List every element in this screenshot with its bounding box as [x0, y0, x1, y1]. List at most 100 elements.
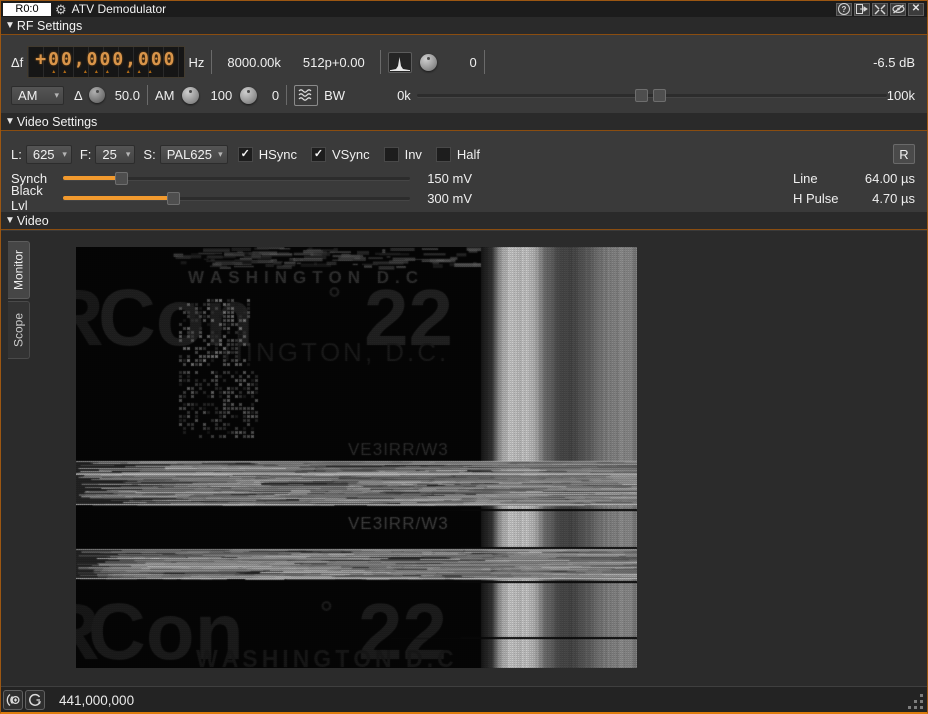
- chevron-down-icon: ▾: [218, 149, 223, 160]
- bw-slider-handle-high[interactable]: [653, 89, 666, 102]
- hz-unit-label: Hz: [189, 55, 205, 70]
- synch-value: 150 mV: [410, 171, 472, 186]
- bw-label: BW: [324, 88, 345, 103]
- fm-deviation-knob[interactable]: [89, 87, 105, 103]
- black-level-slider[interactable]: [63, 191, 410, 205]
- modulation-value: AM: [18, 88, 38, 103]
- shrink-button[interactable]: [872, 3, 888, 16]
- help-icon: ?: [838, 3, 850, 15]
- black-level-value: 300 mV: [410, 191, 472, 206]
- bw-slider-handle-low[interactable]: [635, 89, 648, 102]
- black-level-label: Black Lvl: [11, 183, 63, 213]
- line-label: Line: [793, 171, 851, 186]
- synch-slider-handle[interactable]: [115, 172, 128, 185]
- help-button[interactable]: ?: [836, 3, 852, 16]
- reset-button-label: R: [899, 147, 908, 162]
- am-label: AM: [155, 88, 175, 103]
- hsync-checkbox[interactable]: ✓: [238, 147, 253, 162]
- offset-value: 0: [257, 88, 279, 103]
- fps-label: F:: [80, 147, 92, 162]
- shrink-icon: [874, 4, 886, 15]
- hpulse-value: 4.70 µs: [851, 191, 915, 206]
- resize-grip[interactable]: [908, 694, 925, 711]
- hpulse-label: H Pulse: [793, 191, 851, 206]
- hide-button[interactable]: [890, 3, 906, 16]
- frequency-dial[interactable]: +00,000,000 ▴▴ ▴▴▴ ▴▴▴: [27, 46, 184, 78]
- frequency-dial-digits[interactable]: +00,000,000: [35, 50, 176, 69]
- atv-demodulator-window: R0:0 ⚙ ATV Demodulator ?: [0, 0, 928, 714]
- eye-slash-icon: [892, 4, 905, 14]
- wavy-lines-icon: [298, 88, 314, 102]
- check-icon: ✓: [241, 149, 250, 160]
- offset-knob[interactable]: [240, 87, 257, 104]
- standard-value: PAL625: [167, 147, 212, 162]
- statusbar: 441,000,000: [1, 686, 927, 713]
- am-depth-knob[interactable]: [182, 87, 199, 104]
- collapse-triangle-icon: ▼: [5, 20, 15, 31]
- frequency-dial-markers: ▴▴ ▴▴▴ ▴▴▴: [52, 69, 159, 75]
- tab-monitor[interactable]: Monitor: [8, 241, 30, 299]
- black-level-row: Black Lvl 300 mV H Pulse 4.70 µs: [11, 190, 915, 206]
- chevron-down-icon: ▾: [54, 90, 59, 101]
- lines-value: 625: [33, 147, 55, 162]
- close-icon: ✕: [912, 4, 920, 14]
- reset-defaults-button[interactable]: R: [893, 144, 915, 164]
- am-depth-value: 100: [211, 88, 233, 103]
- standard-select[interactable]: PAL625 ▾: [160, 145, 228, 164]
- half-frames-checkbox[interactable]: [436, 147, 451, 162]
- bw-range-slider[interactable]: [417, 88, 887, 102]
- invert-label: Inv: [405, 147, 422, 162]
- rf-row-modulation: AM ▾ Δ 50.0 AM 100 0 BW 0k 100k: [11, 83, 915, 107]
- window-title: ATV Demodulator: [72, 2, 166, 16]
- bw-min-label: 0k: [397, 88, 411, 103]
- video-monitor-display: [76, 247, 637, 668]
- modulation-select[interactable]: AM ▾: [11, 86, 64, 105]
- rf-row-frequency: Δf +00,000,000 ▴▴ ▴▴▴ ▴▴▴ Hz 8000.00k 51…: [11, 45, 915, 79]
- check-icon: ✓: [314, 149, 323, 160]
- sync-frequency-button[interactable]: [25, 690, 45, 710]
- video-title: Video: [17, 214, 49, 228]
- bw-max-label: 100k: [887, 88, 915, 103]
- tab-scope[interactable]: Scope: [8, 301, 30, 359]
- move-workspace-icon: [856, 4, 868, 14]
- synch-row: Synch 150 mV Line 64.00 µs: [11, 170, 915, 186]
- channel-index-box[interactable]: R0:0: [3, 3, 51, 16]
- channel-marker-button[interactable]: [3, 690, 23, 710]
- video-standard-row: L: 625 ▾ F: 25 ▾ S: PAL625 ▾ ✓ HSync ✓ V…: [11, 143, 915, 165]
- chevron-down-icon: ▾: [126, 149, 131, 160]
- bw-filter-button[interactable]: [294, 85, 318, 106]
- half-frames-label: Half: [457, 147, 480, 162]
- collapse-triangle-icon: ▼: [5, 215, 15, 226]
- fps-select[interactable]: 25 ▾: [95, 145, 135, 164]
- black-level-slider-handle[interactable]: [167, 192, 180, 205]
- standard-label: S:: [143, 147, 155, 162]
- invert-checkbox[interactable]: [384, 147, 399, 162]
- vsync-label: VSync: [332, 147, 370, 162]
- rotate-arrow-icon: [27, 692, 43, 708]
- spectrum-peak-icon: [390, 54, 410, 71]
- rf-settings-header[interactable]: ▼ RF Settings: [1, 17, 927, 35]
- video-settings-header[interactable]: ▼ Video Settings: [1, 113, 927, 131]
- move-to-workspace-button[interactable]: [854, 3, 870, 16]
- close-button[interactable]: ✕: [908, 3, 924, 16]
- lines-select[interactable]: 625 ▾: [26, 145, 72, 164]
- synch-slider[interactable]: [63, 171, 410, 185]
- video-panel: Monitor Scope: [1, 231, 927, 686]
- fps-value: 25: [102, 147, 116, 162]
- line-value: 64.00 µs: [851, 171, 915, 186]
- channel-power-value: -6.5 dB: [873, 55, 915, 70]
- device-frequency-value: 441,000,000: [59, 693, 134, 708]
- delta-f-label: Δf: [11, 55, 23, 70]
- delta-label: Δ: [74, 88, 83, 103]
- hsync-label: HSync: [259, 147, 297, 162]
- video-header[interactable]: ▼ Video: [1, 212, 927, 230]
- spectrum-filter-button[interactable]: [388, 52, 412, 73]
- rf-settings-title: RF Settings: [17, 19, 82, 33]
- gear-icon[interactable]: ⚙: [55, 3, 67, 16]
- video-settings-title: Video Settings: [17, 115, 97, 129]
- vsync-checkbox[interactable]: ✓: [311, 147, 326, 162]
- collapse-triangle-icon: ▼: [5, 116, 15, 127]
- titlebar[interactable]: R0:0 ⚙ ATV Demodulator ?: [1, 1, 927, 17]
- fft-offset-knob[interactable]: [420, 54, 437, 71]
- lines-label: L:: [11, 147, 22, 162]
